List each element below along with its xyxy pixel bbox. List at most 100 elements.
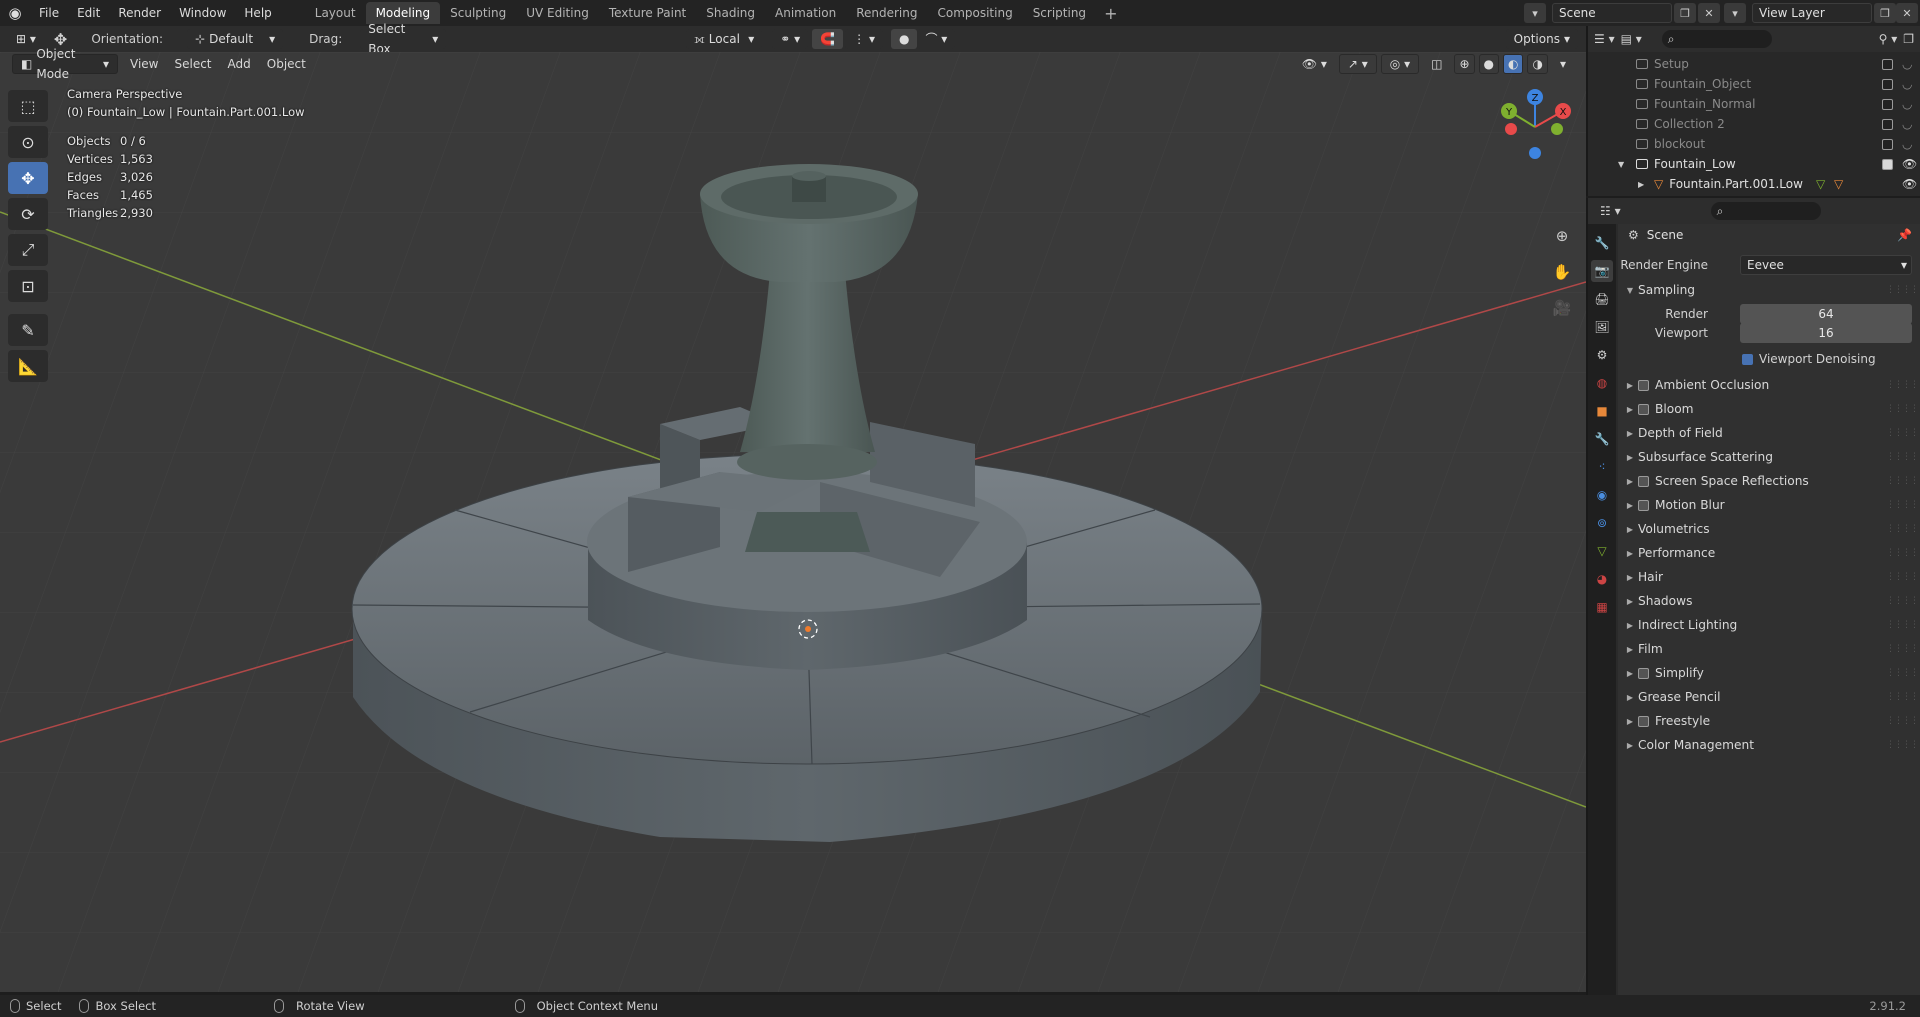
visibility-hidden-icon[interactable]: ◡ bbox=[1902, 57, 1912, 71]
drag-grip-icon[interactable]: ⋮⋮⋮⋮ bbox=[1886, 380, 1919, 390]
tab-animation[interactable]: Animation bbox=[765, 2, 846, 24]
section-depth-of-field[interactable]: ▶ Depth of Field ⋮⋮⋮⋮ bbox=[1618, 422, 1920, 444]
section-sampling[interactable]: ▼ Sampling ⋮⋮⋮⋮ bbox=[1618, 279, 1920, 301]
section-bloom[interactable]: ▶ Bloom ⋮⋮⋮⋮ bbox=[1618, 398, 1920, 420]
object-tab-icon[interactable]: ■ bbox=[1591, 400, 1613, 422]
section-indirect-lighting[interactable]: ▶ Indirect Lighting ⋮⋮⋮⋮ bbox=[1618, 614, 1920, 636]
viewport-menu-view[interactable]: View bbox=[122, 54, 166, 74]
visibility-hidden-icon[interactable]: ◡ bbox=[1902, 117, 1912, 131]
section-subsurface-scattering[interactable]: ▶ Subsurface Scattering ⋮⋮⋮⋮ bbox=[1618, 446, 1920, 468]
drag-grip-icon[interactable]: ⋮⋮⋮⋮ bbox=[1886, 524, 1919, 534]
outliner-row-setup[interactable]: Setup ◡ bbox=[1588, 54, 1920, 74]
exclude-checkbox[interactable] bbox=[1882, 98, 1893, 110]
constraints-tab-icon[interactable]: ⊚ bbox=[1591, 512, 1613, 534]
tab-layout[interactable]: Layout bbox=[305, 2, 366, 24]
delete-scene-icon[interactable]: ✕ bbox=[1698, 3, 1720, 23]
new-collection-icon[interactable]: ❐ bbox=[1903, 32, 1914, 46]
navigation-gizmo[interactable]: Z X Y bbox=[1495, 87, 1575, 167]
tab-texture-paint[interactable]: Texture Paint bbox=[599, 2, 696, 24]
add-workspace-icon[interactable]: + bbox=[1096, 4, 1125, 23]
drag-grip-icon[interactable]: ⋮⋮⋮⋮ bbox=[1886, 428, 1919, 438]
viewport-denoising-checkbox[interactable] bbox=[1742, 353, 1753, 365]
properties-search-input[interactable]: ⌕ bbox=[1710, 202, 1821, 220]
move-tool-icon[interactable]: ✥ bbox=[8, 162, 48, 194]
new-view-layer-icon[interactable]: ❐ bbox=[1874, 3, 1896, 23]
options-dropdown[interactable]: Options ▾ bbox=[1505, 29, 1578, 49]
viewport-menu-add[interactable]: Add bbox=[220, 54, 259, 74]
section-enable-checkbox[interactable] bbox=[1638, 379, 1649, 391]
section-screen-space-reflections[interactable]: ▶ Screen Space Reflections ⋮⋮⋮⋮ bbox=[1618, 470, 1920, 492]
editor-type-icon[interactable]: ☷ ▾ bbox=[1600, 204, 1621, 218]
drag-grip-icon[interactable]: ⋮⋮⋮⋮ bbox=[1886, 620, 1919, 630]
drag-grip-icon[interactable]: ⋮⋮⋮⋮ bbox=[1886, 644, 1919, 654]
menu-edit[interactable]: Edit bbox=[68, 0, 109, 26]
drag-grip-icon[interactable]: ⋮⋮⋮⋮ bbox=[1886, 500, 1919, 510]
proportional-edit-icon[interactable]: ● bbox=[891, 29, 918, 49]
zoom-icon[interactable]: ⊕ bbox=[1548, 222, 1576, 250]
blender-logo-icon[interactable]: ◉ bbox=[0, 0, 30, 26]
drag-grip-icon[interactable]: ⋮⋮⋮⋮ bbox=[1886, 572, 1919, 582]
section-enable-checkbox[interactable] bbox=[1638, 403, 1649, 415]
mode-dropdown[interactable]: ◧ Object Mode ▾ bbox=[12, 47, 118, 81]
drag-dropdown[interactable]: Select Box ▾ bbox=[360, 22, 447, 56]
section-motion-blur[interactable]: ▶ Motion Blur ⋮⋮⋮⋮ bbox=[1618, 494, 1920, 516]
editor-type-icon[interactable]: ☰ ▾ bbox=[1594, 32, 1615, 46]
3d-viewport[interactable]: Camera Perspective (0) Fountain_Low | Fo… bbox=[0, 52, 1586, 992]
expand-arrow-icon[interactable]: ▶ bbox=[1638, 180, 1644, 189]
delete-view-layer-icon[interactable]: ✕ bbox=[1896, 3, 1918, 23]
rotate-tool-icon[interactable]: ⟳ bbox=[8, 198, 48, 230]
particles-tab-icon[interactable]: ⁖ bbox=[1591, 456, 1613, 478]
output-tab-icon[interactable]: 🖨 bbox=[1591, 288, 1613, 310]
scene-name-field[interactable]: Scene bbox=[1552, 3, 1672, 23]
drag-grip-icon[interactable]: ⋮⋮⋮⋮ bbox=[1886, 596, 1919, 606]
tab-shading[interactable]: Shading bbox=[696, 2, 765, 24]
falloff-icon[interactable]: ⌒ ▾ bbox=[917, 29, 956, 49]
section-volumetrics[interactable]: ▶ Volumetrics ⋮⋮⋮⋮ bbox=[1618, 518, 1920, 540]
data-tab-icon[interactable]: ▽ bbox=[1591, 540, 1613, 562]
section-shadows[interactable]: ▶ Shadows ⋮⋮⋮⋮ bbox=[1618, 590, 1920, 612]
view-layer-selector-icon[interactable]: ▾ bbox=[1724, 3, 1746, 23]
section-enable-checkbox[interactable] bbox=[1638, 499, 1649, 511]
drag-grip-icon[interactable]: ⋮⋮⋮⋮ bbox=[1886, 404, 1919, 414]
section-color-management[interactable]: ▶ Color Management ⋮⋮⋮⋮ bbox=[1618, 734, 1920, 756]
transform-tool-icon[interactable]: ⊡ bbox=[8, 270, 48, 302]
section-simplify[interactable]: ▶ Simplify ⋮⋮⋮⋮ bbox=[1618, 662, 1920, 684]
snap-target-icon[interactable]: ⋮ ▾ bbox=[845, 29, 883, 49]
wireframe-shading-icon[interactable]: ⊕ bbox=[1454, 54, 1475, 74]
cursor-tool-icon[interactable]: ⊙ bbox=[8, 126, 48, 158]
exclude-checkbox[interactable] bbox=[1882, 158, 1893, 170]
outliner-search-input[interactable]: ⌕ bbox=[1661, 30, 1772, 48]
scene-selector-icon[interactable]: ▾ bbox=[1524, 3, 1546, 23]
solid-shading-icon[interactable]: ● bbox=[1478, 54, 1499, 74]
drag-grip-icon[interactable]: ⋮⋮⋮⋮ bbox=[1886, 668, 1919, 678]
material-tab-icon[interactable]: ◕ bbox=[1591, 568, 1613, 590]
texture-tab-icon[interactable]: ▦ bbox=[1591, 596, 1613, 618]
render-engine-dropdown[interactable]: Eevee ▾ bbox=[1740, 255, 1912, 275]
outliner-row-fountain-normal[interactable]: Fountain_Normal ◡ bbox=[1588, 94, 1920, 114]
tab-compositing[interactable]: Compositing bbox=[927, 2, 1022, 24]
visibility-hidden-icon[interactable]: ◡ bbox=[1902, 77, 1912, 91]
menu-help[interactable]: Help bbox=[235, 0, 280, 26]
world-tab-icon[interactable]: ◍ bbox=[1591, 372, 1613, 394]
outliner-row-fountain-low[interactable]: ▼ Fountain_Low 👁 bbox=[1588, 154, 1920, 174]
exclude-checkbox[interactable] bbox=[1882, 58, 1893, 70]
tab-rendering[interactable]: Rendering bbox=[846, 2, 927, 24]
visibility-eye-icon[interactable]: 👁 bbox=[1902, 177, 1917, 191]
menu-render[interactable]: Render bbox=[109, 0, 170, 26]
measure-tool-icon[interactable]: 📐 bbox=[8, 350, 48, 382]
section-film[interactable]: ▶ Film ⋮⋮⋮⋮ bbox=[1618, 638, 1920, 660]
scene-tab-icon[interactable]: ⚙ bbox=[1591, 344, 1613, 366]
pivot-dropdown[interactable]: ⟗ Local ▾ bbox=[686, 29, 763, 49]
outliner-row-fountain-object[interactable]: Fountain_Object ◡ bbox=[1588, 74, 1920, 94]
drag-grip-icon[interactable]: ⋮⋮⋮⋮ bbox=[1886, 740, 1919, 750]
section-freestyle[interactable]: ▶ Freestyle ⋮⋮⋮⋮ bbox=[1618, 710, 1920, 732]
display-mode-icon[interactable]: ▤ ▾ bbox=[1621, 32, 1642, 46]
tab-scripting[interactable]: Scripting bbox=[1023, 2, 1096, 24]
new-scene-icon[interactable]: ❐ bbox=[1674, 3, 1696, 23]
visibility-hidden-icon[interactable]: ◡ bbox=[1902, 97, 1912, 111]
snap-icon[interactable]: 🧲 bbox=[812, 29, 844, 49]
pin-icon[interactable]: 📌 bbox=[1897, 228, 1912, 242]
rendered-shading-icon[interactable]: ◑ bbox=[1527, 54, 1548, 74]
material-preview-icon[interactable]: ◐ bbox=[1503, 54, 1524, 74]
shading-options-icon[interactable]: ▾ bbox=[1552, 54, 1574, 74]
